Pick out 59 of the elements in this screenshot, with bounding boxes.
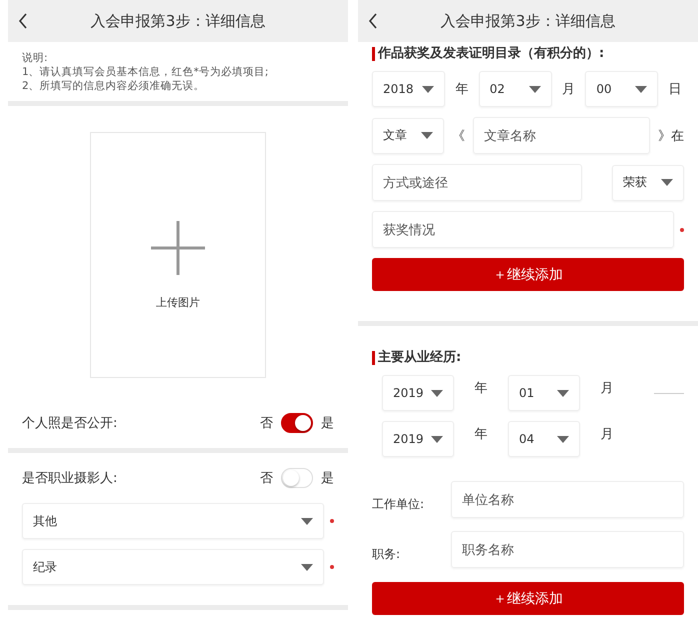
dropdown[interactable]: 纪录: [22, 549, 324, 585]
add-more-button[interactable]: ＋继续添加: [372, 582, 684, 615]
text-field[interactable]: 单位名称: [451, 481, 684, 518]
option-label: 是: [321, 415, 334, 432]
range-dash: [654, 392, 684, 394]
toggle-switch[interactable]: [281, 413, 313, 433]
instruction-text: 1、请认真填写会员基本信息，红色*号为必填项目;: [22, 66, 270, 79]
caret-icon: [635, 86, 648, 92]
back-icon[interactable]: [368, 13, 378, 29]
caret-icon: [301, 564, 313, 570]
caret-icon: [422, 86, 434, 92]
section-heading: 作品获奖及发表证明目录（有积分的）:: [372, 47, 684, 61]
dropdown[interactable]: 02: [478, 71, 552, 107]
dropdown[interactable]: 荣获: [612, 164, 684, 200]
add-more-button[interactable]: ＋继续添加: [372, 258, 684, 291]
option-label: 是: [321, 470, 334, 487]
page-title: 入会申报第3步：详细信息: [440, 12, 616, 30]
unit-label: 年: [474, 426, 488, 443]
toggle-label: 个人照是否公开:: [22, 415, 118, 432]
caret-icon: [557, 436, 569, 442]
caret-icon: [301, 518, 313, 524]
dropdown[interactable]: 00: [585, 71, 658, 107]
field-label: 工作单位:: [372, 496, 426, 513]
unit-label: 月: [600, 426, 614, 443]
title-field[interactable]: 文章名称: [473, 117, 650, 154]
dropdown[interactable]: 01: [508, 375, 580, 411]
dropdown[interactable]: 2019: [382, 421, 454, 457]
caret-icon: [421, 132, 433, 139]
caret-icon: [431, 436, 443, 442]
dropdown[interactable]: 04: [508, 421, 580, 457]
award-field[interactable]: 获奖情况: [372, 211, 674, 248]
unit-label: 日: [668, 81, 683, 98]
toggle-label: 是否职业摄影人:: [22, 470, 118, 487]
unit-label: 月: [600, 380, 614, 397]
quote-mark: 《: [452, 128, 465, 144]
connector-text: 》在: [658, 128, 684, 144]
page-title: 入会申报第3步：详细信息: [90, 12, 266, 30]
instruction-text: 说明:: [22, 52, 49, 65]
channel-field[interactable]: 方式或途径: [372, 164, 582, 201]
caret-icon: [431, 390, 443, 396]
caret-icon: [661, 179, 673, 186]
instruction-text: 2、所填写的信息内容必须准确无误。: [22, 80, 206, 93]
unit-label: 年: [474, 380, 488, 397]
section-heading: 主要从业经历:: [372, 351, 684, 365]
dropdown[interactable]: 文章: [372, 118, 444, 154]
option-label: 否: [260, 415, 273, 432]
unit-label: 年: [454, 81, 470, 98]
caret-icon: [528, 86, 541, 92]
option-label: 否: [260, 470, 273, 487]
field-label: 职务:: [372, 546, 402, 563]
unit-label: 月: [561, 81, 576, 98]
photo-upload[interactable]: 上传图片: [90, 132, 266, 378]
dropdown[interactable]: 2019: [382, 375, 454, 411]
dropdown[interactable]: 其他: [22, 503, 324, 539]
back-icon[interactable]: [18, 13, 28, 29]
plus-icon: [151, 220, 205, 274]
text-field[interactable]: 职务名称: [451, 531, 684, 568]
dropdown[interactable]: 2018: [372, 71, 446, 107]
caret-icon: [557, 390, 569, 396]
